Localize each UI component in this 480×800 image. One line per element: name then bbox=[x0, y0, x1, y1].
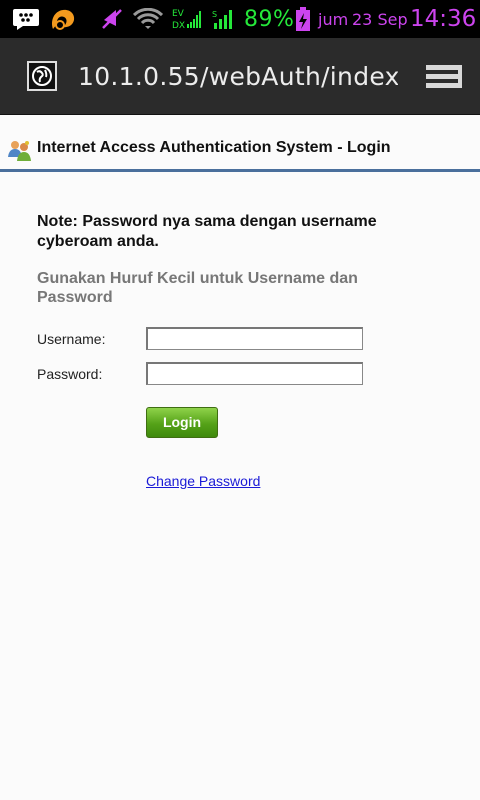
password-input[interactable] bbox=[146, 362, 363, 385]
status-bar: EV DX S 89% jum 23 Sep 14:36 bbox=[0, 0, 480, 38]
mute-icon bbox=[100, 0, 124, 38]
battery-percent: 89% bbox=[244, 6, 295, 32]
battery-charging-icon bbox=[295, 0, 311, 38]
day-label: jum bbox=[318, 9, 349, 29]
evdo-signal-icon: EV DX bbox=[172, 0, 202, 38]
bbm-icon[interactable] bbox=[12, 0, 40, 38]
login-button[interactable]: Login bbox=[146, 407, 218, 438]
username-label: Username: bbox=[37, 331, 106, 347]
globe-icon[interactable] bbox=[27, 61, 57, 91]
page-header: Internet Access Authentication System - … bbox=[0, 115, 480, 172]
browser-address-bar: 10.1.0.55/webAuth/index.h bbox=[0, 38, 480, 115]
wifi-icon bbox=[133, 0, 163, 38]
clock: 14:36 bbox=[410, 6, 477, 32]
web-page: Internet Access Authentication System - … bbox=[0, 115, 480, 800]
cell-signal-icon: S bbox=[212, 0, 236, 38]
page-title: Internet Access Authentication System - … bbox=[37, 139, 391, 156]
svg-text:EV: EV bbox=[172, 9, 185, 19]
password-note: Note: Password nya sama dengan username … bbox=[37, 213, 377, 250]
svg-text:S: S bbox=[212, 10, 217, 19]
change-password-link[interactable]: Change Password bbox=[146, 473, 260, 489]
lowercase-hint: Gunakan Huruf Kecil untuk Username dan P… bbox=[37, 270, 358, 306]
url-field[interactable]: 10.1.0.55/webAuth/index.h bbox=[78, 38, 398, 115]
password-label: Password: bbox=[37, 366, 103, 382]
username-input[interactable] bbox=[146, 327, 363, 350]
svg-text:DX: DX bbox=[172, 21, 185, 31]
uc-browser-icon[interactable] bbox=[48, 0, 78, 38]
date-label: 23 Sep bbox=[352, 9, 408, 29]
users-icon bbox=[7, 137, 33, 163]
menu-icon[interactable] bbox=[424, 62, 464, 92]
